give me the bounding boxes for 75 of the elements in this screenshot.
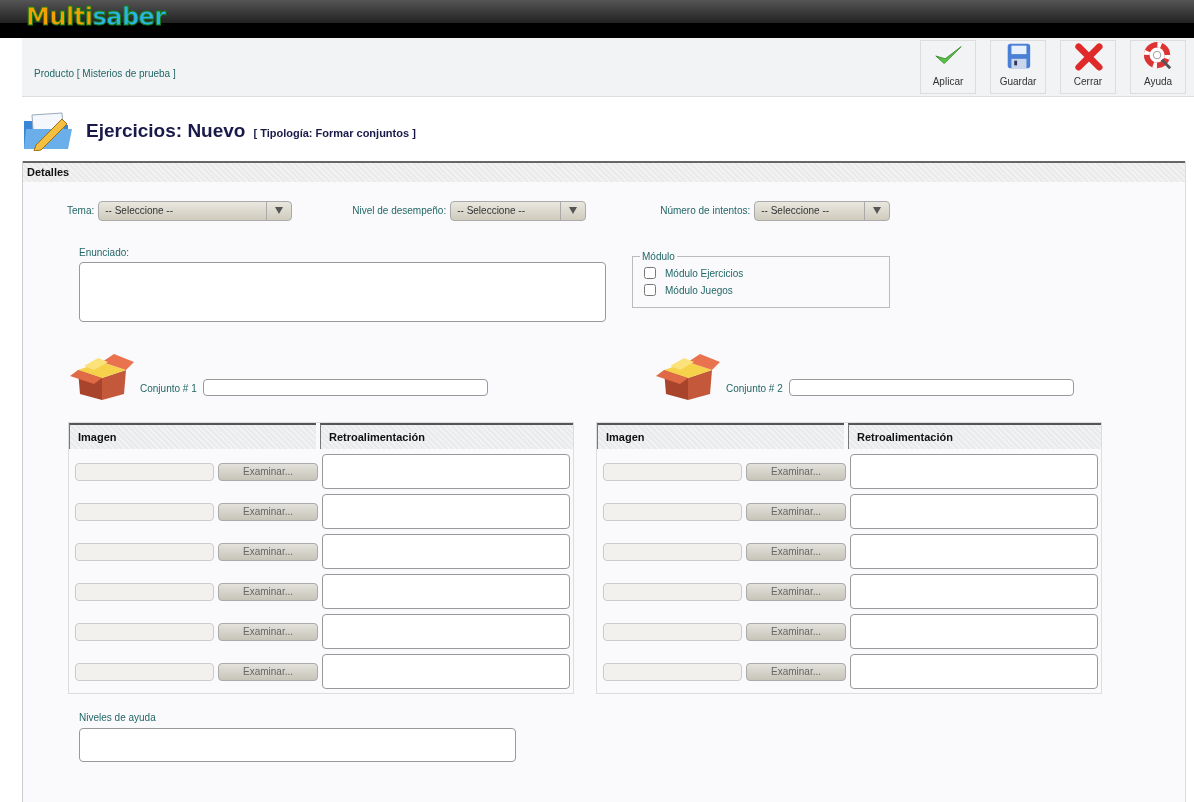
field-label: Conjunto # 2 — [726, 381, 783, 396]
panel-header: Detalles — [23, 161, 1185, 182]
text-field[interactable] — [202, 378, 488, 396]
dropdown[interactable]: -- Seleccione -- — [98, 200, 293, 221]
page-subtitle: [ Tipología: Formar conjuntos ] — [253, 126, 416, 142]
column-header: Imagen — [597, 422, 844, 449]
browse-button[interactable]: Examinar... — [218, 662, 318, 681]
text-area[interactable] — [322, 614, 570, 649]
field-label: Número de intentos: — [660, 204, 751, 218]
browse-button[interactable]: Examinar... — [218, 462, 318, 481]
file-path-field[interactable] — [75, 542, 214, 561]
box-icon — [654, 353, 722, 400]
field-label: Enunciado: — [79, 245, 131, 260]
text-field[interactable] — [788, 378, 1074, 396]
text-area[interactable] — [850, 614, 1098, 649]
browse-button[interactable]: Examinar... — [218, 502, 318, 521]
text-area[interactable] — [322, 654, 570, 689]
toolbar-button[interactable]: Guardar — [990, 40, 1046, 94]
page-title: Ejercicios: Nuevo — [86, 118, 246, 143]
dropdown[interactable]: -- Seleccione -- — [754, 200, 891, 221]
file-path-field[interactable] — [75, 622, 214, 641]
file-path-field[interactable] — [603, 622, 742, 641]
text-area[interactable] — [850, 494, 1098, 529]
caret-icon — [569, 207, 578, 214]
file-path-field[interactable] — [603, 502, 742, 521]
browse-button[interactable]: Examinar... — [746, 582, 846, 601]
checkbox[interactable] — [643, 267, 657, 279]
column-header: Imagen — [69, 422, 316, 449]
checkbox-label: Módulo Juegos — [665, 283, 733, 298]
caret-icon — [275, 207, 284, 214]
column-header: Retroalimentación — [848, 422, 1101, 449]
text-area[interactable] — [850, 654, 1098, 689]
column-header: Retroalimentación — [320, 422, 573, 449]
file-path-field[interactable] — [75, 502, 214, 521]
browse-button[interactable]: Examinar... — [746, 502, 846, 521]
caret-icon — [873, 207, 882, 214]
toolbar-button[interactable]: Ayuda — [1130, 40, 1186, 94]
text-area[interactable] — [79, 728, 516, 762]
file-path-field[interactable] — [603, 662, 742, 681]
file-path-field[interactable] — [603, 462, 742, 481]
group-label: Módulo — [641, 251, 676, 262]
text-area[interactable] — [322, 534, 570, 569]
file-path-field[interactable] — [603, 582, 742, 601]
field-label: Conjunto # 1 — [140, 381, 197, 396]
close-icon — [1072, 41, 1104, 71]
checkbox-label: Módulo Ejercicios — [665, 266, 744, 281]
text-area[interactable] — [322, 454, 570, 489]
file-path-field[interactable] — [75, 582, 214, 601]
browse-button[interactable]: Examinar... — [218, 582, 318, 601]
toolbar-button[interactable]: Cerrar — [1060, 40, 1116, 94]
browse-button[interactable]: Examinar... — [218, 542, 318, 561]
browse-button[interactable]: Examinar... — [746, 622, 846, 641]
field-label: Nivel de desempeño: — [352, 204, 447, 218]
field-label: Niveles de ayuda — [79, 711, 157, 725]
box-icon — [68, 353, 136, 400]
file-path-field[interactable] — [75, 462, 214, 481]
text-area[interactable] — [850, 574, 1098, 609]
browse-button[interactable]: Examinar... — [218, 622, 318, 641]
toolbar-button[interactable]: Aplicar — [920, 40, 976, 94]
file-path-field[interactable] — [75, 662, 214, 681]
breadcrumb: Producto [ Misterios de prueba ] — [34, 66, 176, 81]
file-path-field[interactable] — [603, 542, 742, 561]
dropdown[interactable]: -- Seleccione -- — [450, 200, 587, 221]
checkbox[interactable] — [643, 284, 657, 296]
text-area[interactable] — [850, 534, 1098, 569]
lifebuoy-icon — [1142, 41, 1174, 71]
text-area[interactable] — [322, 574, 570, 609]
browse-button[interactable]: Examinar... — [746, 542, 846, 561]
browse-button[interactable]: Examinar... — [746, 662, 846, 681]
field-label: Tema: — [67, 204, 95, 218]
logo: Multisaber — [26, 4, 166, 30]
browse-button[interactable]: Examinar... — [746, 462, 846, 481]
text-area[interactable] — [850, 454, 1098, 489]
text-area[interactable] — [322, 494, 570, 529]
text-area[interactable] — [79, 261, 606, 322]
